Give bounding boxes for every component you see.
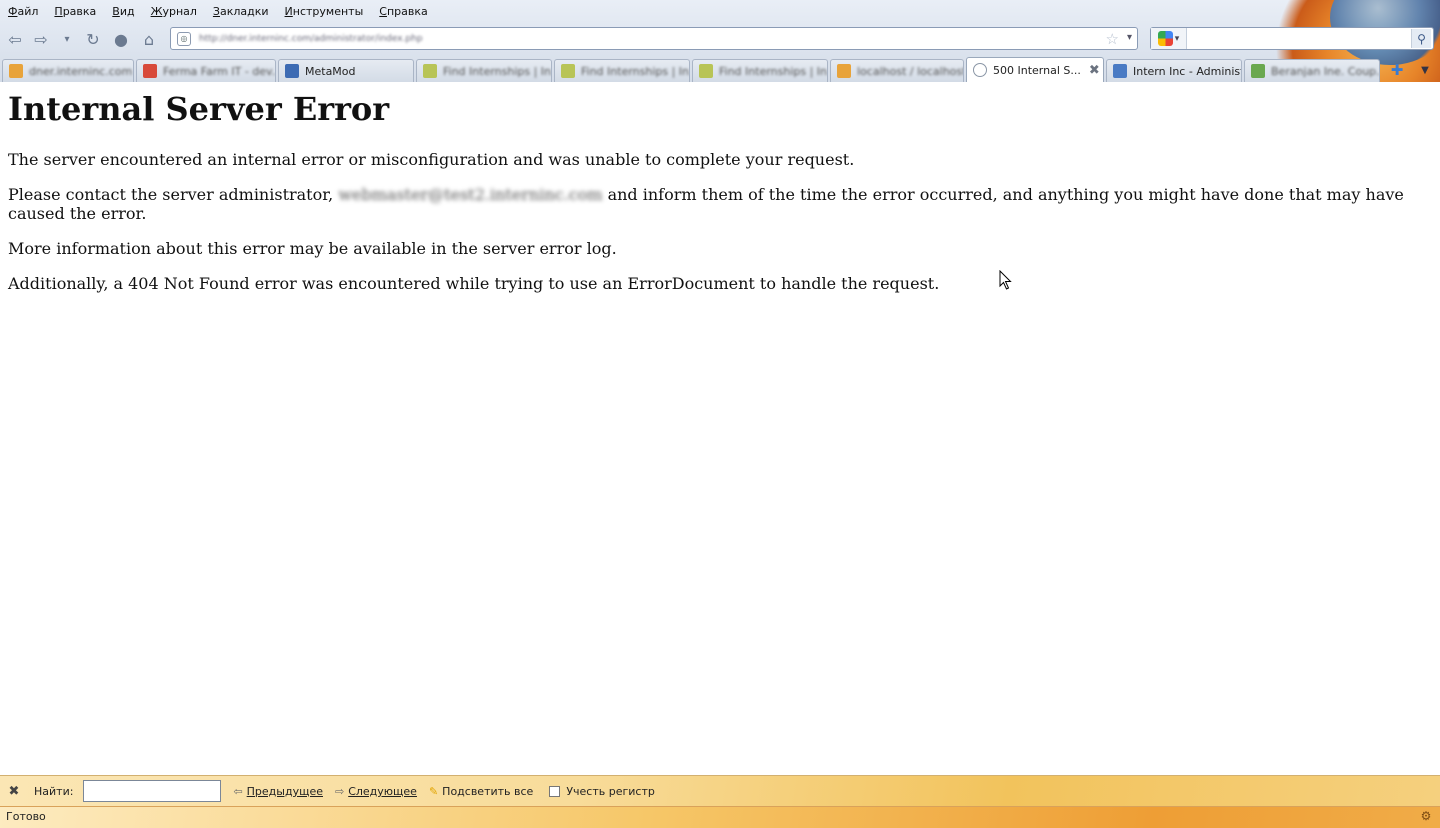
admin-email: webmaster@test2.interninc.com	[338, 185, 603, 204]
arrow-right-icon: ⇨	[334, 784, 345, 798]
favicon-icon	[837, 64, 851, 78]
tab-list-icon[interactable]: ▼	[1414, 59, 1436, 81]
reload-icon[interactable]: ↻	[82, 28, 104, 50]
find-label: Найти:	[34, 784, 74, 798]
errordocument-message: Additionally, a 404 Not Found error was …	[8, 274, 940, 293]
chevron-down-icon: ▾	[1174, 33, 1180, 44]
mouse-cursor-icon	[999, 270, 1012, 290]
tab-label: 500 Internal S...	[993, 63, 1081, 77]
favicon-icon	[423, 64, 437, 78]
page-title: Internal Server Error	[8, 90, 390, 128]
favicon-icon	[1251, 64, 1265, 78]
tab-3[interactable]: Find Internships | In...	[416, 59, 552, 82]
find-next-label: Следующее	[348, 784, 417, 798]
tab-label: Find Internships | In...	[719, 64, 828, 78]
highlighter-icon: ✎	[428, 784, 439, 798]
tab-label: Find Internships | In...	[443, 64, 552, 78]
new-tab-icon[interactable]: ✚	[1386, 59, 1408, 81]
favicon-icon	[285, 64, 299, 78]
search-engine-selector[interactable]: ▾	[1151, 28, 1187, 49]
forward-icon[interactable]: ⇨	[30, 28, 52, 50]
tab-9[interactable]: Beranjan Ine. Coup...	[1244, 59, 1380, 82]
search-input[interactable]	[1191, 31, 1405, 46]
site-identity-icon[interactable]: ◎	[177, 31, 191, 46]
menu-history[interactable]: Журнал	[151, 5, 197, 18]
url-bar[interactable]: ◎ http://dner.interninc.com/administrato…	[170, 27, 1138, 50]
tab-label: MetaMod	[305, 64, 356, 78]
menu-view[interactable]: Вид	[112, 5, 134, 18]
navigation-toolbar: ⇦ ⇨ ▾ ↻ ● ⌂ ◎ http://dner.interninc.com/…	[0, 26, 1440, 52]
close-find-bar-icon[interactable]: ✖	[0, 784, 28, 799]
tab-1[interactable]: Ferma Farm IT - dev...	[136, 59, 276, 82]
tab-label: dner.interninc.com /	[29, 64, 134, 78]
tab-2[interactable]: MetaMod	[278, 59, 414, 82]
tab-label: localhost / localhost /...	[857, 64, 964, 78]
contact-text-before: Please contact the server administrator,	[8, 185, 339, 204]
highlight-all-label: Подсветить все	[442, 784, 534, 798]
find-bar: ✖ Найти: ⇦ Предыдущее ⇨ Следующее ✎ Подс…	[0, 775, 1440, 806]
bookmark-star-icon[interactable]: ☆	[1106, 30, 1119, 48]
tab-8[interactable]: Intern Inc - Administr...	[1106, 59, 1242, 82]
tab-0[interactable]: dner.interninc.com /	[2, 59, 134, 82]
find-previous-button[interactable]: ⇦ Предыдущее	[233, 785, 323, 798]
history-dropdown-icon[interactable]: ▾	[56, 28, 78, 50]
tab-label: Ferma Farm IT - dev...	[163, 64, 276, 78]
menu-edit[interactable]: Правка	[54, 5, 96, 18]
tab-bar: dner.interninc.com / Ferma Farm IT - dev…	[0, 57, 1440, 82]
favicon-icon	[1113, 64, 1127, 78]
favicon-icon	[561, 64, 575, 78]
match-case-label[interactable]: Учесть регистр	[566, 785, 655, 798]
find-input[interactable]	[83, 780, 222, 802]
url-text[interactable]: http://dner.interninc.com/administrator/…	[199, 34, 423, 44]
menu-file[interactable]: Файл	[8, 5, 38, 18]
favicon-icon	[9, 64, 23, 78]
error-message: The server encountered an internal error…	[8, 150, 855, 169]
arrow-left-icon: ⇦	[233, 784, 243, 798]
tab-active[interactable]: 500 Internal S... ✖	[966, 57, 1104, 82]
menu-bar: Файл Правка Вид Журнал Закладки Инструме…	[0, 0, 444, 22]
search-bar[interactable]: ▾ ⚲	[1150, 27, 1434, 50]
log-message: More information about this error may be…	[8, 239, 617, 258]
contact-message: Please contact the server administrator,…	[8, 185, 1418, 223]
close-icon[interactable]: ✖	[1081, 63, 1100, 78]
menu-bookmarks[interactable]: Закладки	[213, 5, 269, 18]
favicon-icon	[143, 64, 157, 78]
status-bar: Готово ⚙	[0, 806, 1440, 828]
tab-label: Intern Inc - Administr...	[1133, 64, 1241, 78]
highlight-all-button[interactable]: ✎ Подсветить все	[429, 785, 533, 798]
tab-6[interactable]: localhost / localhost /...	[830, 59, 964, 82]
find-previous-label: Предыдущее	[246, 784, 323, 798]
home-icon[interactable]: ⌂	[138, 28, 160, 50]
favicon-icon	[973, 63, 987, 77]
menu-tools[interactable]: Инструменты	[285, 5, 364, 18]
google-icon	[1157, 31, 1173, 46]
back-icon[interactable]: ⇦	[4, 28, 26, 50]
addon-gear-icon[interactable]: ⚙	[1418, 809, 1434, 825]
status-text: Готово	[6, 810, 46, 823]
search-icon[interactable]: ⚲	[1411, 29, 1431, 48]
favicon-icon	[699, 64, 713, 78]
url-dropdown-icon[interactable]: ▾	[1127, 32, 1132, 43]
browser-chrome: Файл Правка Вид Журнал Закладки Инструме…	[0, 0, 1440, 82]
tab-5[interactable]: Find Internships | In...	[692, 59, 828, 82]
menu-help[interactable]: Справка	[379, 5, 427, 18]
find-next-button[interactable]: ⇨ Следующее	[335, 785, 417, 798]
tab-4[interactable]: Find Internships | In...	[554, 59, 690, 82]
stop-icon[interactable]: ●	[110, 28, 132, 50]
match-case-checkbox[interactable]	[549, 785, 561, 797]
tab-label: Find Internships | In...	[581, 64, 690, 78]
page-content: Internal Server Error The server encount…	[0, 82, 1440, 774]
tab-label: Beranjan Ine. Coup...	[1271, 64, 1380, 78]
